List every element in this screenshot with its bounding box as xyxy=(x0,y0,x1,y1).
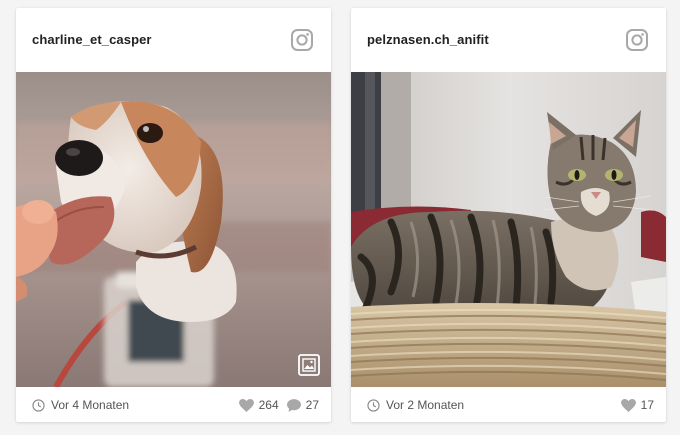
tabby-cat-basket-photo xyxy=(351,72,666,387)
post-username[interactable]: charline_et_casper xyxy=(32,32,152,47)
post-time-label: Vor 4 Monaten xyxy=(51,398,130,412)
instagram-icon[interactable] xyxy=(290,28,314,52)
likes-stat[interactable]: 17 xyxy=(620,398,654,412)
heart-icon xyxy=(620,398,636,412)
post-photo-beagle[interactable] xyxy=(16,72,331,387)
post-stats: 264 27 xyxy=(231,398,319,412)
post-header: pelznasen.ch_anifit xyxy=(351,8,666,72)
post-time: Vor 2 Monaten xyxy=(367,398,464,412)
post-card: charline_et_casper Vor 4 Monaten 264 27 xyxy=(16,8,331,422)
comments-stat[interactable]: 27 xyxy=(286,398,319,412)
post-card: pelznasen.ch_anifit Vor 2 Monaten 17 xyxy=(351,8,666,422)
gallery-icon xyxy=(298,354,320,376)
post-stats: 17 xyxy=(613,398,654,412)
likes-count: 17 xyxy=(640,398,654,412)
post-time: Vor 4 Monaten xyxy=(32,398,129,412)
instagram-feed-grid: charline_et_casper Vor 4 Monaten 264 27 … xyxy=(0,0,680,435)
beagle-treat-photo xyxy=(16,72,331,387)
clock-icon xyxy=(32,398,45,412)
post-header: charline_et_casper xyxy=(16,8,331,72)
post-footer: Vor 4 Monaten 264 27 xyxy=(16,387,331,422)
post-footer: Vor 2 Monaten 17 xyxy=(351,387,666,422)
heart-icon xyxy=(238,398,254,412)
instagram-icon[interactable] xyxy=(625,28,649,52)
likes-stat[interactable]: 264 xyxy=(238,398,279,412)
comment-icon xyxy=(286,398,301,412)
likes-count: 264 xyxy=(258,398,279,412)
comments-count: 27 xyxy=(305,398,319,412)
post-photo-cat[interactable] xyxy=(351,72,666,387)
clock-icon xyxy=(367,398,380,412)
post-username[interactable]: pelznasen.ch_anifit xyxy=(367,32,489,47)
post-time-label: Vor 2 Monaten xyxy=(386,398,465,412)
